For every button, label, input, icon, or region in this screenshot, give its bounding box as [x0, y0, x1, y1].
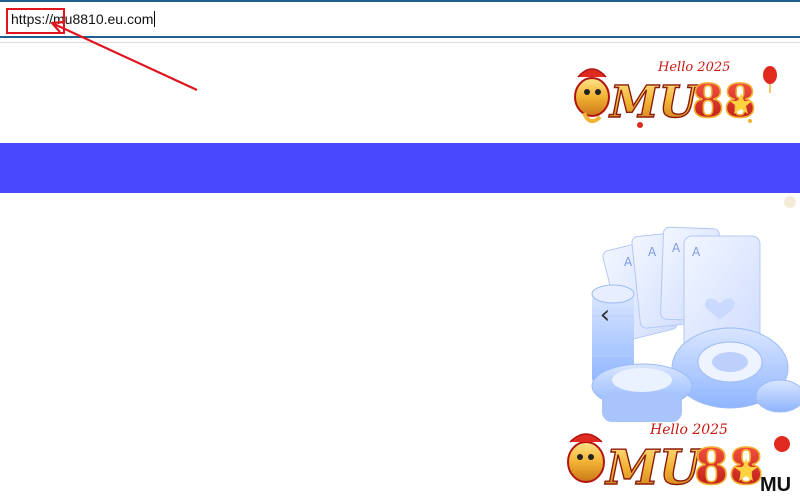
logo-tagline: Hello 2025 — [657, 60, 730, 75]
address-bar[interactable]: https://mu8810.eu.com — [0, 0, 800, 38]
chevron-left-icon: ‹ — [599, 300, 611, 330]
svg-text:Hello 2025: Hello 2025 — [649, 422, 728, 438]
page: https://mu8810.eu.com Hello 2025 MU 88 A… — [0, 0, 800, 500]
annotation-highlight-box — [6, 8, 65, 34]
carousel-prev-button[interactable]: ‹ — [594, 300, 616, 330]
svg-text:88: 88 — [694, 437, 764, 496]
svg-text:MU: MU — [608, 77, 700, 128]
svg-text:A: A — [692, 245, 701, 259]
svg-text:MU: MU — [604, 440, 704, 496]
mu88-logo[interactable]: Hello 2025 MU 88 — [570, 55, 785, 130]
partial-brand-text: MU — [760, 474, 792, 496]
main-navigation-bar — [0, 143, 800, 193]
address-bar-divider — [0, 42, 800, 43]
svg-text:A: A — [672, 241, 681, 255]
text-caret — [154, 11, 156, 27]
svg-text:A: A — [624, 255, 633, 269]
svg-text:A: A — [648, 245, 657, 259]
